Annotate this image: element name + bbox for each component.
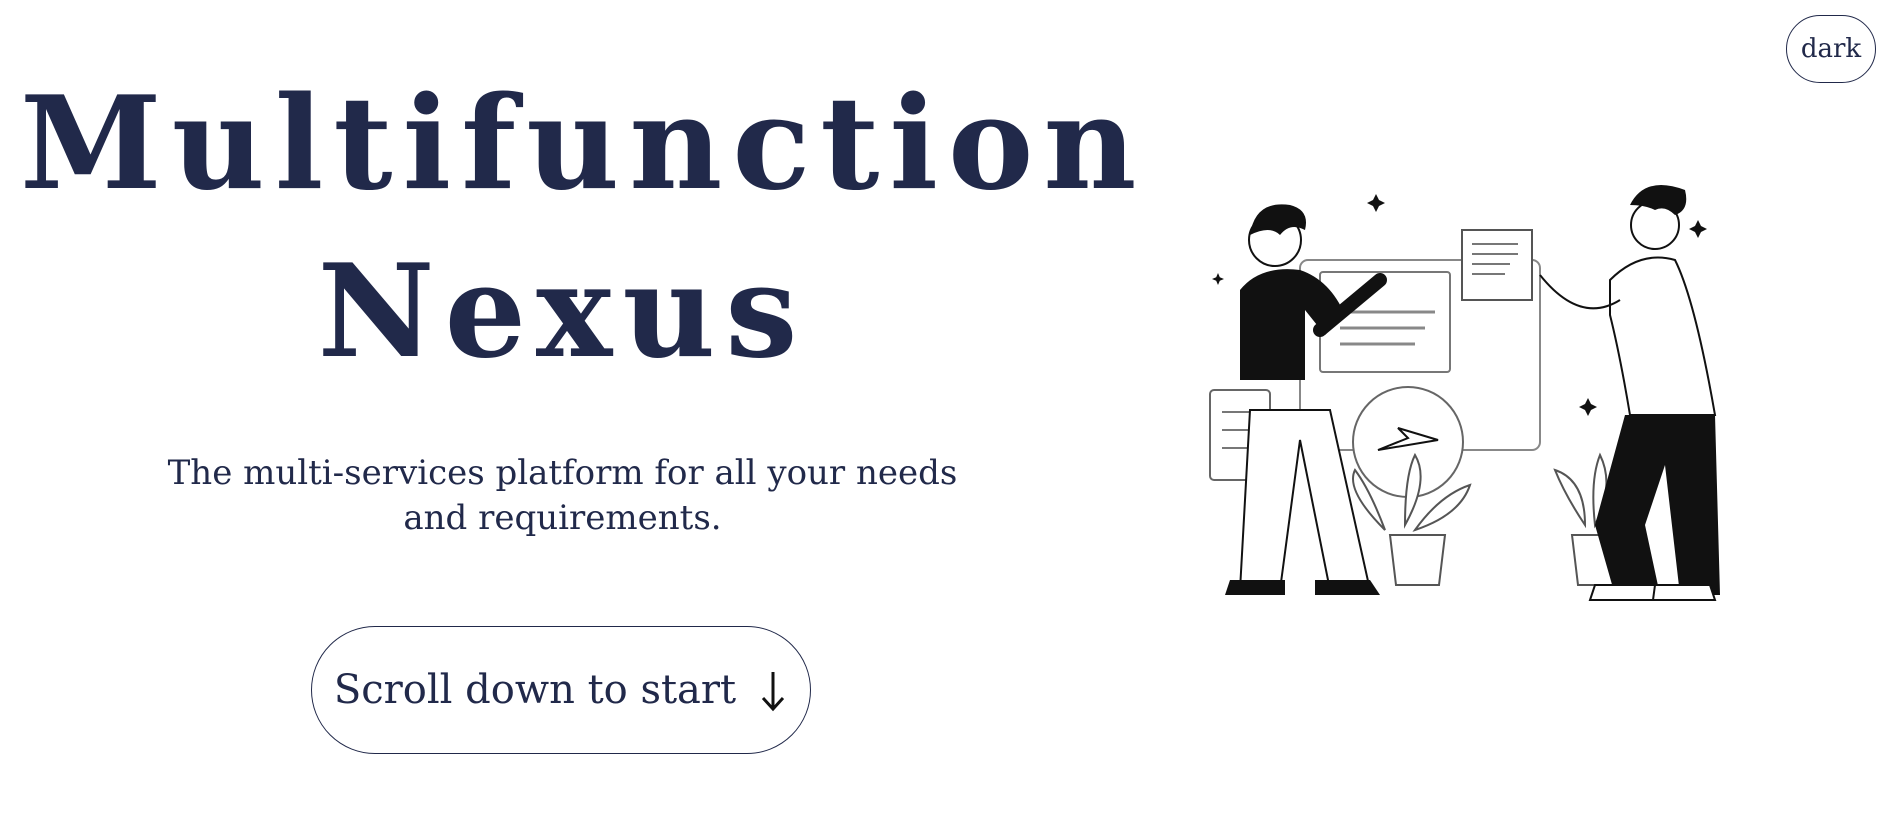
scroll-down-button[interactable]: Scroll down to start [311, 626, 811, 754]
theme-toggle-label: dark [1800, 34, 1862, 64]
arrow-down-icon [761, 672, 785, 712]
scroll-down-label: Scroll down to start [333, 667, 737, 713]
team-collaboration-illustration [1209, 185, 1720, 601]
theme-toggle-button[interactable]: dark [1786, 15, 1876, 83]
hero-subtitle: The multi-services platform for all your… [167, 453, 958, 538]
hero-section: Multifunction Nexus The multi-services p… [20, 60, 1136, 541]
hero-title-line1: Multifunction [20, 69, 1147, 219]
hero-title: Multifunction Nexus [20, 60, 1136, 396]
hero-title-line2: Nexus [317, 237, 808, 387]
